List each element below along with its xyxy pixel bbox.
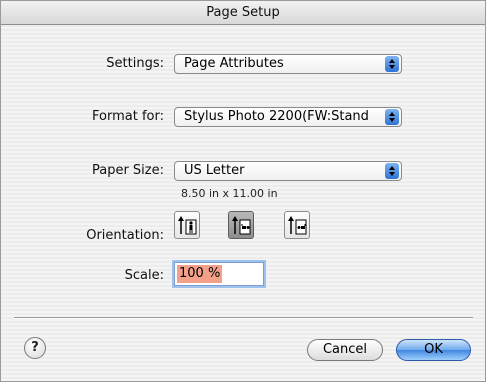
orientation-label: Orientation:: [86, 228, 164, 243]
page-setup-dialog: Page Setup Settings: Page Attributes For…: [0, 0, 486, 382]
window-title: Page Setup: [206, 5, 280, 20]
cancel-button[interactable]: Cancel: [307, 339, 383, 361]
ok-button[interactable]: OK: [396, 339, 471, 361]
paper-size-label: Paper Size:: [91, 163, 164, 178]
portrait-icon: [178, 216, 197, 235]
paper-size-value: US Letter: [184, 163, 245, 178]
paper-size-popup[interactable]: US Letter: [174, 161, 402, 181]
orientation-portrait-button[interactable]: [174, 211, 200, 239]
orientation-landscape-left-button[interactable]: [228, 211, 254, 239]
scale-value: 100 %: [177, 265, 223, 283]
format-for-label: Format for:: [92, 109, 164, 124]
popup-arrows-icon: [385, 163, 399, 179]
landscape-left-icon: [232, 216, 251, 235]
scale-label: Scale:: [124, 268, 164, 283]
settings-value: Page Attributes: [184, 56, 284, 71]
orientation-landscape-right-button[interactable]: [284, 211, 310, 239]
scale-input[interactable]: 100 %: [174, 262, 264, 286]
settings-label: Settings:: [106, 56, 164, 71]
format-for-value: Stylus Photo 2200(FW:Stand: [184, 109, 369, 124]
popup-arrows-icon: [385, 109, 399, 125]
format-for-popup[interactable]: Stylus Photo 2200(FW:Stand: [174, 107, 402, 127]
title-bar[interactable]: Page Setup: [1, 1, 485, 25]
help-button[interactable]: ?: [24, 337, 46, 359]
popup-arrows-icon: [385, 56, 399, 72]
paper-dimensions: 8.50 in x 11.00 in: [181, 187, 278, 200]
landscape-right-icon: [288, 216, 307, 235]
separator: [14, 317, 473, 319]
settings-popup[interactable]: Page Attributes: [174, 54, 402, 74]
